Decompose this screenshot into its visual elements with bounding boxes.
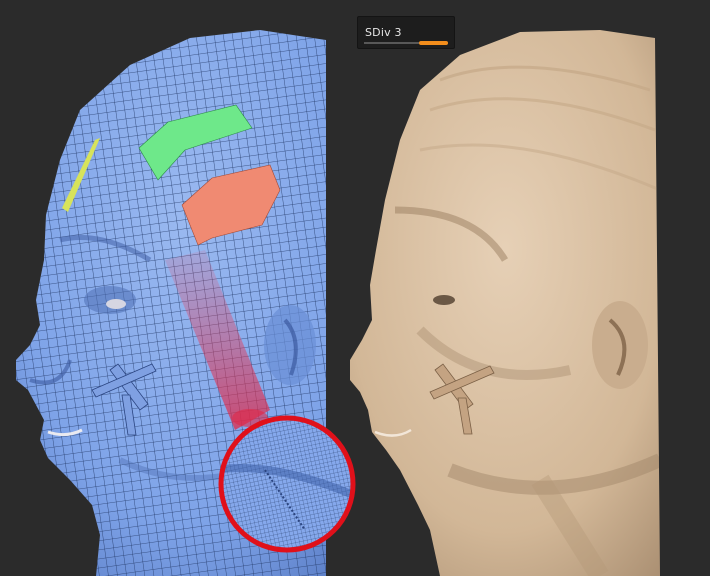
eye-left-model <box>106 299 126 309</box>
sdiv-slider[interactable]: SDiv 3 <box>357 16 455 49</box>
sdiv-track[interactable] <box>364 41 448 45</box>
sdiv-fill <box>418 41 448 45</box>
zbrush-viewport[interactable] <box>0 0 710 576</box>
eye-right-model <box>433 295 455 305</box>
sdiv-label: SDiv 3 <box>365 26 402 39</box>
viewport-canvas[interactable] <box>0 0 710 576</box>
